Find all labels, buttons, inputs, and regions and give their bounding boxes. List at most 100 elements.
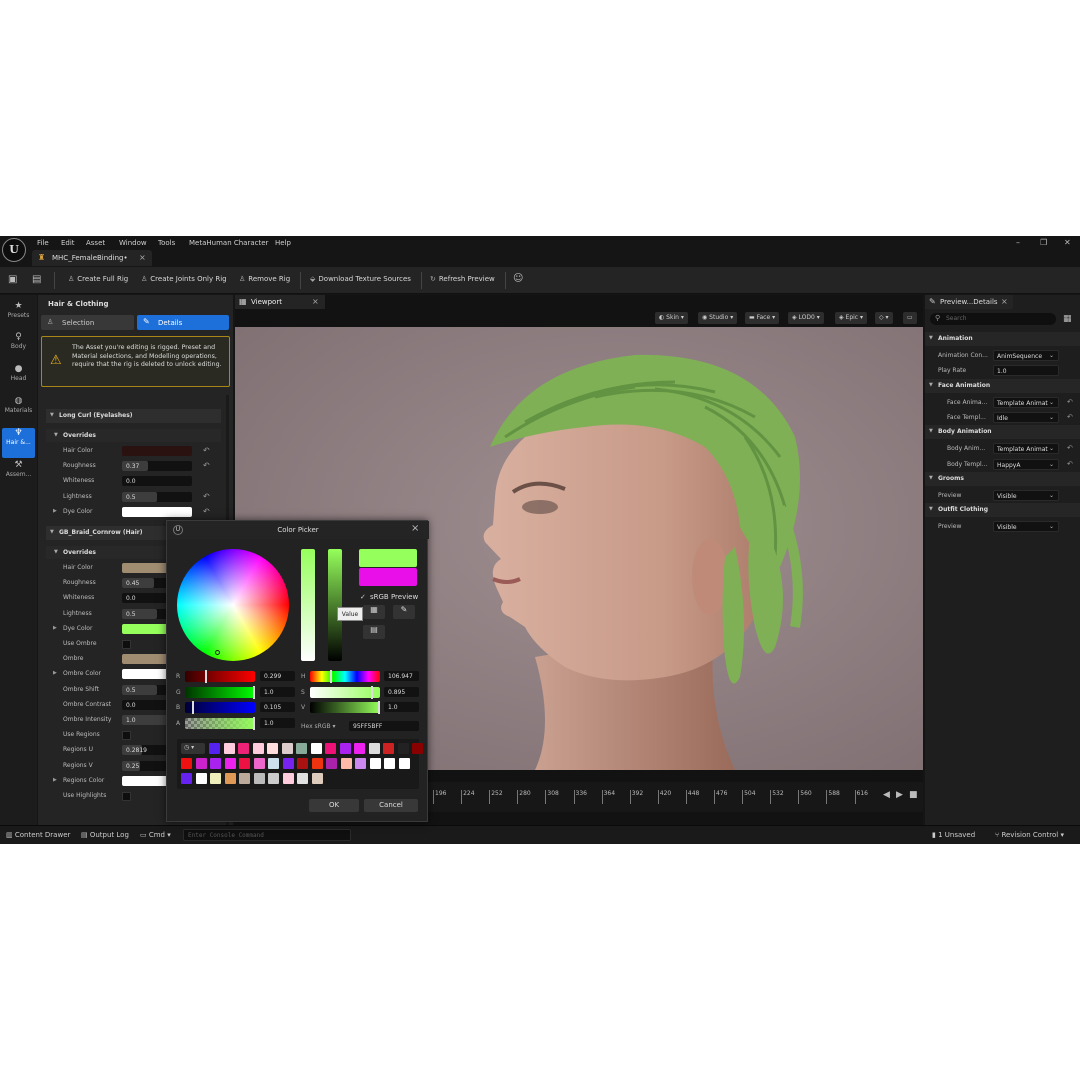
browse-asset-icon[interactable]: ▤ — [32, 274, 41, 285]
color-swatch[interactable] — [384, 758, 395, 769]
color-swatch[interactable] — [239, 773, 250, 784]
color-swatch[interactable] — [397, 743, 409, 754]
maximize-icon[interactable]: ❐ — [1040, 238, 1047, 247]
channel-value-input[interactable]: 0.895 — [384, 686, 419, 697]
cmd-selector[interactable]: ▭ Cmd ▾ — [140, 831, 171, 839]
channel-value-input[interactable]: 1.0 — [384, 702, 419, 712]
lightness-input[interactable]: 0.5 — [122, 491, 192, 502]
color-swatch[interactable] — [325, 743, 336, 754]
studio-lighting-button[interactable]: ◉ Studio ▾ — [698, 312, 738, 324]
expand-arrow-icon[interactable]: ▶ — [53, 777, 57, 783]
minimize-icon[interactable]: – — [1016, 238, 1020, 247]
assembly-nav-item[interactable]: ⚒ Assem... — [2, 460, 35, 490]
menu-help[interactable]: Help — [275, 239, 291, 247]
hair-clothing-nav-item[interactable]: ♆ Hair &... — [2, 428, 35, 458]
reset-icon[interactable]: ↶ — [1067, 460, 1073, 468]
use-ombre-checkbox[interactable] — [122, 640, 131, 649]
body-nav-item[interactable]: ♀ Body — [2, 332, 35, 362]
value-dropdown[interactable]: Template Animat ⌄ — [993, 443, 1059, 455]
color-swatch[interactable] — [369, 758, 381, 769]
slider-handle[interactable] — [330, 670, 333, 683]
color-swatch[interactable] — [238, 743, 249, 754]
reset-icon[interactable]: ↶ — [203, 461, 210, 470]
color-swatch[interactable] — [122, 446, 192, 456]
create-joints-only-rig-button[interactable]: ♙ Create Joints Only Rig — [141, 275, 227, 283]
value-dropdown[interactable]: Visible ⌄ — [993, 521, 1059, 533]
reset-icon[interactable]: ↶ — [1067, 444, 1073, 452]
reset-icon[interactable]: ↶ — [1067, 398, 1073, 406]
skin-view-button[interactable]: ◐ Skin ▾ — [655, 312, 688, 324]
close-viewport-icon[interactable]: × — [312, 297, 319, 306]
value-input[interactable]: 1.0 — [993, 365, 1059, 377]
camera-settings-button[interactable]: ▭ — [903, 312, 917, 324]
color-swatch[interactable] — [253, 773, 265, 784]
channel-value-input[interactable]: 0.105 — [260, 702, 295, 712]
details-tab[interactable]: ✎ Details — [137, 315, 229, 330]
expand-arrow-icon[interactable]: ▶ — [53, 508, 57, 514]
color-swatch[interactable] — [253, 758, 265, 769]
color-swatch[interactable] — [195, 773, 207, 784]
slider-handle[interactable] — [205, 670, 208, 683]
hex-mode-select[interactable]: Hex sRGB ▾ — [301, 723, 336, 730]
settings-grid-icon[interactable]: ▦ — [1063, 314, 1072, 324]
selection-tab[interactable]: ♙ Selection — [41, 315, 134, 330]
eyedropper-button[interactable]: ✎ — [393, 605, 415, 619]
presets-nav-item[interactable]: ★ Presets — [2, 301, 35, 331]
srgb-preview-checkbox[interactable]: ✓ — [360, 593, 366, 601]
menu-edit[interactable]: Edit — [61, 239, 75, 247]
materials-nav-item[interactable]: ◍ Materials — [2, 396, 35, 426]
channel-value-input[interactable]: 106.947 — [384, 671, 419, 681]
unsaved-indicator[interactable]: ▮ 1 Unsaved — [932, 831, 975, 839]
reset-icon[interactable]: ↶ — [1067, 413, 1073, 421]
channel-slider[interactable] — [185, 686, 255, 698]
reset-icon[interactable]: ↶ — [203, 507, 210, 516]
color-swatch[interactable] — [311, 758, 323, 769]
color-swatch[interactable] — [412, 743, 423, 754]
overrides-header[interactable]: ▼ Overrides — [46, 429, 221, 442]
color-swatch[interactable] — [268, 773, 279, 784]
color-swatch[interactable] — [355, 758, 366, 769]
refresh-preview-button[interactable]: ↻ Refresh Preview — [430, 275, 495, 283]
category-grooms[interactable]: ▼ Grooms — [925, 471, 1080, 486]
download-texture-sources-button[interactable]: ⬙ Download Texture Sources — [310, 275, 411, 283]
output-log-button[interactable]: ▤ Output Log — [81, 831, 129, 839]
expand-arrow-icon[interactable]: ▶ — [53, 625, 57, 631]
create-full-rig-button[interactable]: ♙ Create Full Rig — [68, 275, 128, 283]
console-command-input[interactable]: Enter Console Command — [183, 829, 351, 841]
saturation-bar[interactable] — [301, 549, 315, 661]
slider-handle[interactable] — [370, 685, 373, 699]
search-input[interactable]: ⚲ Search — [930, 313, 1056, 325]
color-swatch[interactable] — [209, 743, 220, 754]
color-swatch[interactable] — [224, 758, 236, 769]
slider-handle[interactable] — [253, 685, 255, 699]
channel-slider[interactable] — [185, 671, 255, 682]
category-body-animation[interactable]: ▼ Body Animation — [925, 425, 1080, 440]
category-outfit-clothing[interactable]: ▼ Outfit Clothing — [925, 503, 1080, 518]
color-swatch[interactable] — [239, 758, 250, 769]
color-swatch[interactable] — [398, 758, 410, 769]
slider-handle[interactable] — [378, 701, 380, 714]
category-face-animation[interactable]: ▼ Face Animation — [925, 378, 1080, 393]
channel-slider[interactable] — [310, 671, 380, 682]
ok-button[interactable]: OK — [309, 799, 359, 812]
color-swatch[interactable] — [340, 758, 352, 769]
color-palette-button[interactable]: ▤ — [363, 625, 385, 639]
remove-rig-button[interactable]: ♙ Remove Rig — [239, 275, 290, 283]
category-animation[interactable]: ▼ Animation — [925, 332, 1080, 346]
revision-control-button[interactable]: ⑂ Revision Control ▾ — [995, 831, 1064, 839]
close-window-icon[interactable]: ✕ — [1064, 238, 1071, 247]
color-swatch[interactable] — [267, 743, 278, 754]
stop-icon[interactable]: ■ — [909, 790, 918, 800]
color-swatch[interactable] — [296, 743, 307, 754]
color-picker-titlebar[interactable]: U Color Picker × — [167, 521, 429, 539]
play-icon[interactable]: ▶ — [896, 790, 903, 800]
close-tab-icon[interactable]: × — [1001, 297, 1008, 306]
value-dropdown[interactable]: Idle ⌄ — [993, 411, 1059, 423]
color-swatch[interactable] — [223, 743, 235, 754]
menu-tools[interactable]: Tools — [158, 239, 175, 247]
roughness-input[interactable]: 0.37 — [122, 461, 192, 472]
color-swatch[interactable] — [354, 743, 365, 754]
color-swatch[interactable] — [383, 743, 394, 754]
color-swatch[interactable] — [297, 758, 308, 769]
head-nav-item[interactable]: ● Head — [2, 364, 35, 394]
